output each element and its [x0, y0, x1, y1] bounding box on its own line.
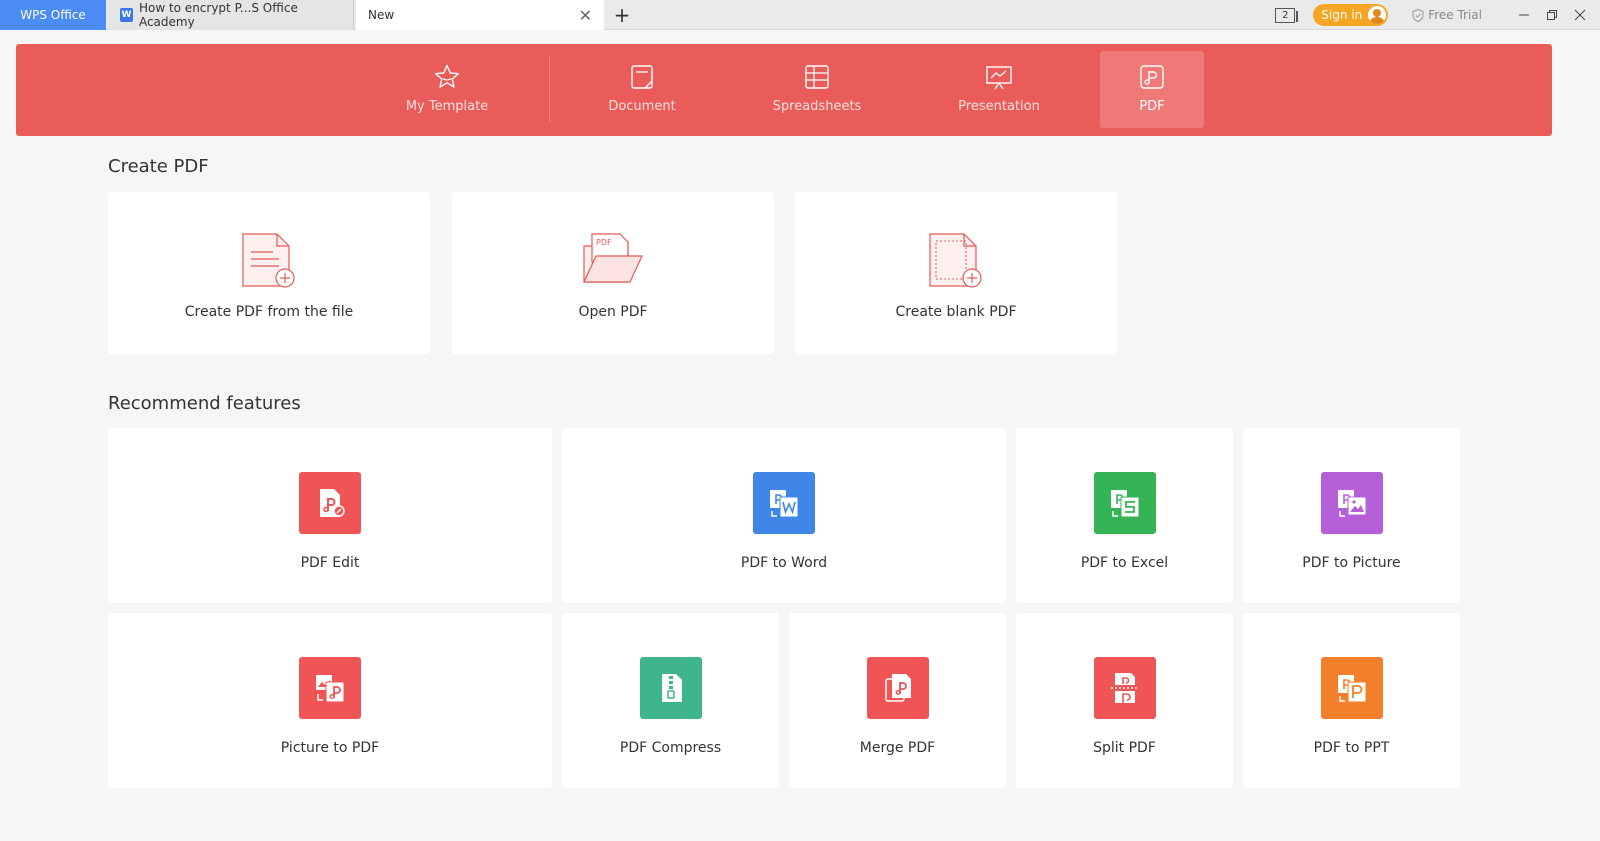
star-icon: [435, 64, 459, 88]
free-trial-button[interactable]: Free Trial: [1412, 8, 1482, 22]
pdf-text: PDF: [596, 238, 612, 247]
category-label: My Template: [405, 99, 489, 114]
document-icon: [631, 65, 653, 89]
pdf-to-excel-card[interactable]: PDF to Excel: [1016, 428, 1233, 603]
tab-bar: WPS Office W How to encrypt P...S Office…: [0, 0, 1600, 30]
window-count-icon[interactable]: 2: [1275, 7, 1299, 23]
category-label: Presentation: [958, 99, 1040, 114]
sign-in-button[interactable]: Sign in: [1313, 4, 1389, 26]
pdf-to-excel-icon: [1093, 472, 1156, 534]
divider: [549, 56, 550, 122]
open-folder-icon: PDF: [583, 233, 643, 283]
minimize-icon[interactable]: [1510, 0, 1538, 30]
merge-pdf-card[interactable]: Merge PDF: [789, 613, 1006, 788]
close-window-icon[interactable]: [1566, 0, 1594, 30]
spreadsheet-icon: [805, 65, 829, 89]
open-pdf-card[interactable]: PDF Open PDF: [452, 192, 774, 354]
card-label: PDF Compress: [619, 740, 722, 756]
tab-new-label: New: [368, 8, 395, 22]
category-label: Document: [608, 99, 676, 114]
picture-to-pdf-card[interactable]: Picture to PDF: [108, 613, 552, 788]
card-label: PDF Edit: [300, 555, 360, 571]
picture-to-pdf-icon: [299, 657, 361, 719]
card-label: Open PDF: [578, 304, 648, 320]
create-pdf-from-file-card[interactable]: Create PDF from the file: [108, 192, 430, 354]
card-label: Merge PDF: [859, 740, 936, 756]
tab-academy-label: How to encrypt P...S Office Academy: [138, 1, 298, 29]
shield-icon: [1412, 8, 1424, 22]
card-label: PDF to PPT: [1313, 740, 1390, 756]
card-label: PDF to Excel: [1080, 555, 1169, 571]
pdf-compress-card[interactable]: PDF Compress: [562, 613, 779, 788]
wps-writer-icon: W: [120, 8, 133, 22]
restore-icon[interactable]: [1538, 0, 1566, 30]
avatar-icon: [1368, 6, 1387, 24]
tab-wps-office[interactable]: WPS Office: [0, 0, 106, 30]
card-label: PDF to Word: [740, 555, 828, 571]
pdf-to-ppt-icon: [1320, 657, 1383, 719]
window-count: 2: [1282, 9, 1289, 21]
pdf-to-picture-card[interactable]: PDF to Picture: [1243, 428, 1460, 603]
blank-file-add-icon: [929, 233, 982, 288]
card-label: Picture to PDF: [280, 740, 380, 756]
category-my-template[interactable]: My Template: [395, 51, 499, 128]
card-label: PDF to Picture: [1302, 555, 1401, 571]
tab-academy[interactable]: W How to encrypt P...S Office Academy: [108, 0, 354, 30]
file-add-icon: [242, 233, 295, 288]
create-blank-pdf-card[interactable]: Create blank PDF: [795, 192, 1117, 354]
presentation-icon: [986, 66, 1012, 90]
tab-new[interactable]: New ✕: [356, 0, 604, 30]
card-label: Split PDF: [1093, 740, 1156, 756]
card-label: Create PDF from the file: [184, 304, 354, 320]
card-label: Create blank PDF: [895, 304, 1017, 320]
split-pdf-card[interactable]: Split PDF: [1016, 613, 1233, 788]
free-trial-label: Free Trial: [1428, 8, 1482, 22]
category-bar: My Template Document Spreadsheets Presen…: [16, 44, 1552, 136]
merge-pdf-icon: [866, 657, 929, 719]
pdf-to-ppt-card[interactable]: PDF to PPT: [1243, 613, 1460, 788]
close-icon[interactable]: ✕: [579, 6, 592, 25]
category-pdf[interactable]: PDF: [1100, 51, 1204, 128]
pdf-edit-card[interactable]: PDF Edit: [108, 428, 552, 603]
category-presentation[interactable]: Presentation: [947, 51, 1051, 128]
pdf-edit-icon: [299, 472, 361, 534]
pdf-to-picture-icon: [1320, 472, 1383, 534]
category-document[interactable]: Document: [590, 51, 694, 128]
category-label: Spreadsheets: [772, 99, 862, 114]
category-label: PDF: [1139, 99, 1165, 114]
split-pdf-icon: [1093, 657, 1156, 719]
recommend-features-heading: Recommend features: [108, 393, 301, 414]
category-spreadsheets[interactable]: Spreadsheets: [765, 51, 869, 128]
pdf-icon: [1140, 65, 1164, 89]
pdf-compress-icon: [639, 657, 702, 719]
add-tab-icon[interactable]: +: [610, 3, 634, 27]
tab-wps-office-label: WPS Office: [20, 8, 86, 22]
create-pdf-heading: Create PDF: [108, 156, 209, 177]
pdf-to-word-card[interactable]: PDF to Word: [562, 428, 1006, 603]
pdf-to-word-icon: [753, 472, 815, 534]
sign-in-label: Sign in: [1321, 8, 1363, 22]
